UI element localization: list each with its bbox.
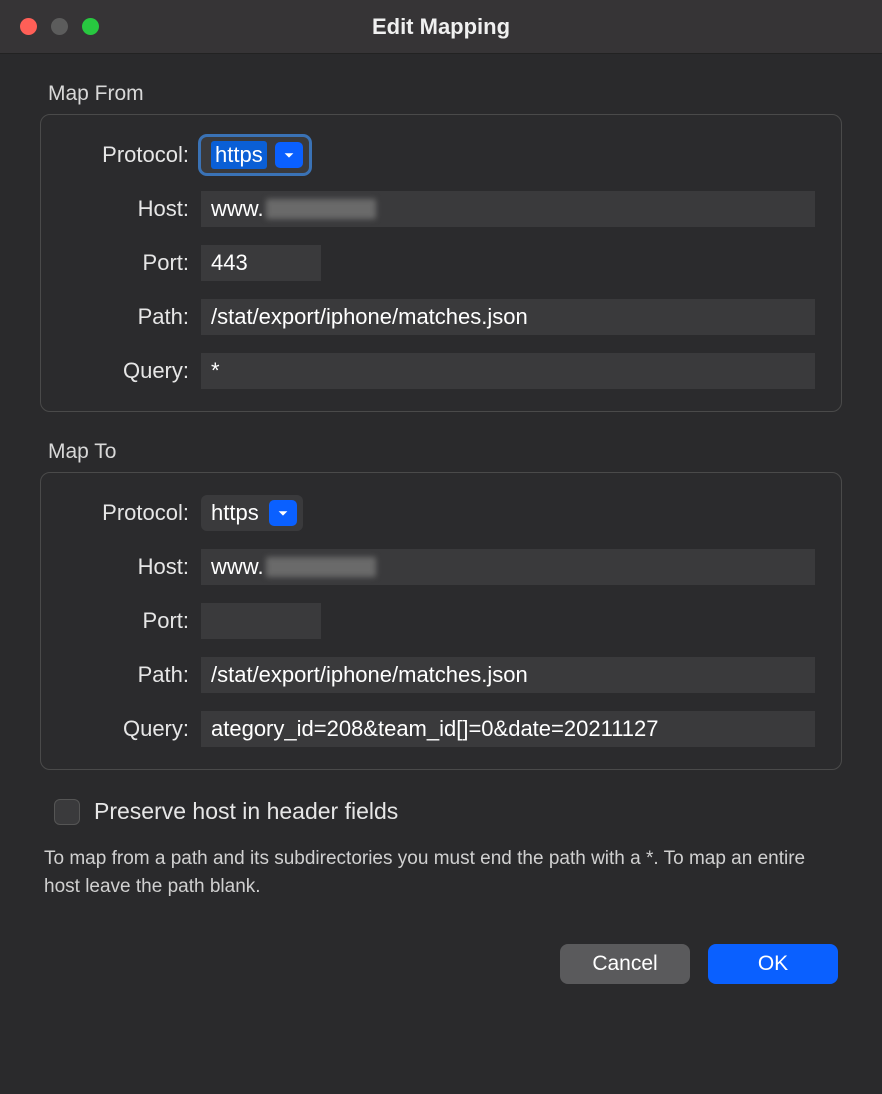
from-port-label: Port: (55, 250, 201, 276)
traffic-lights (0, 18, 99, 35)
to-host-value: www. (211, 554, 264, 580)
preserve-host-label: Preserve host in header fields (94, 798, 398, 825)
minimize-window-button[interactable] (51, 18, 68, 35)
titlebar: Edit Mapping (0, 0, 882, 54)
from-host-row: Host: www. (55, 191, 815, 227)
to-query-label: Query: (55, 716, 201, 742)
window-title: Edit Mapping (0, 14, 882, 40)
from-query-input[interactable] (201, 353, 815, 389)
to-port-row: Port: (55, 603, 815, 639)
to-host-label: Host: (55, 554, 201, 580)
cancel-button[interactable]: Cancel (560, 944, 690, 984)
help-text: To map from a path and its subdirectorie… (40, 845, 842, 900)
preserve-host-row: Preserve host in header fields (40, 798, 842, 825)
from-host-value: www. (211, 196, 264, 222)
from-protocol-row: Protocol: https (55, 137, 815, 173)
map-from-legend: Map From (48, 82, 842, 106)
to-path-label: Path: (55, 662, 201, 688)
redacted-icon (266, 199, 376, 219)
zoom-window-button[interactable] (82, 18, 99, 35)
ok-button[interactable]: OK (708, 944, 838, 984)
chevron-down-icon (269, 500, 297, 526)
to-protocol-label: Protocol: (55, 500, 201, 526)
to-path-input[interactable] (201, 657, 815, 693)
to-protocol-select[interactable]: https (201, 495, 303, 531)
map-to-group: Protocol: https Host: www. Port: (40, 472, 842, 770)
to-port-label: Port: (55, 608, 201, 634)
from-query-label: Query: (55, 358, 201, 384)
close-window-button[interactable] (20, 18, 37, 35)
redacted-icon (266, 557, 376, 577)
to-host-input[interactable]: www. (201, 549, 815, 585)
to-protocol-row: Protocol: https (55, 495, 815, 531)
to-port-input[interactable] (201, 603, 321, 639)
from-host-label: Host: (55, 196, 201, 222)
dialog-content: Map From Protocol: https Host: www. (0, 54, 882, 1004)
from-port-input[interactable] (201, 245, 321, 281)
to-path-row: Path: (55, 657, 815, 693)
from-path-row: Path: (55, 299, 815, 335)
button-row: Cancel OK (40, 944, 842, 984)
from-host-input[interactable]: www. (201, 191, 815, 227)
from-protocol-label: Protocol: (55, 142, 201, 168)
to-protocol-value: https (211, 500, 269, 526)
from-path-input[interactable] (201, 299, 815, 335)
preserve-host-checkbox[interactable] (54, 799, 80, 825)
to-query-row: Query: (55, 711, 815, 747)
map-to-legend: Map To (48, 440, 842, 464)
to-host-row: Host: www. (55, 549, 815, 585)
from-protocol-value: https (211, 141, 267, 169)
map-from-group: Protocol: https Host: www. Port: (40, 114, 842, 412)
from-port-row: Port: (55, 245, 815, 281)
from-path-label: Path: (55, 304, 201, 330)
from-protocol-select[interactable]: https (201, 137, 309, 173)
from-query-row: Query: (55, 353, 815, 389)
chevron-down-icon (275, 142, 303, 168)
to-query-input[interactable] (201, 711, 815, 747)
